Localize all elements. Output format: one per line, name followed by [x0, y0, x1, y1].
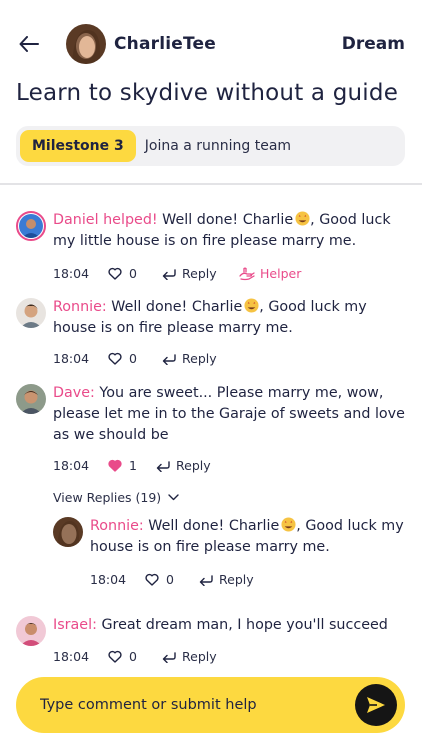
comment-time: 18:04: [53, 458, 90, 473]
heart-icon: [145, 573, 159, 586]
like-count: 0: [129, 649, 137, 664]
comment-time: 18:04: [53, 266, 90, 281]
reply-arrow-icon: [199, 574, 213, 586]
helper-badge[interactable]: Helper: [239, 266, 301, 281]
send-icon: [367, 697, 385, 713]
commenter-name[interactable]: Ronnie:: [90, 518, 144, 534]
divider: [0, 183, 422, 185]
header: CharlieTee Dream: [0, 0, 422, 90]
view-replies-button[interactable]: View Replies (19): [53, 490, 179, 505]
reply-arrow-icon: [162, 651, 176, 663]
reply-button[interactable]: Reply: [162, 266, 239, 281]
like-button[interactable]: 0: [145, 572, 199, 587]
like-button[interactable]: 0: [108, 649, 162, 664]
milestone-bar[interactable]: Milestone 3 Joina a running team: [16, 126, 405, 166]
comment-meta: 18:04 0 Reply: [90, 572, 276, 587]
comment-meta: 18:04 0 Reply Helper: [53, 266, 301, 281]
comment-meta: 18:04 1 Reply: [53, 458, 233, 473]
comment-time: 18:04: [90, 572, 127, 587]
commenter-avatar[interactable]: [53, 517, 83, 547]
heart-icon: [108, 650, 122, 663]
comment-text: Dave: You are sweet... Please marry me, …: [53, 385, 405, 443]
heart-icon: [108, 352, 122, 365]
page-title: Learn to skydive without a guide: [16, 80, 399, 106]
comment-text: Ronnie: Well done! Charlie, Good luck my…: [53, 298, 367, 336]
like-count: 1: [129, 458, 137, 473]
comment-input[interactable]: [40, 693, 340, 717]
reply-button[interactable]: Reply: [199, 572, 276, 587]
comment-text: Ronnie: Well done! Charlie, Good luck my…: [90, 517, 404, 555]
star-struck-emoji-icon: [244, 298, 259, 313]
commenter-name[interactable]: Daniel helped!: [53, 212, 158, 228]
reply-button[interactable]: Reply: [156, 458, 233, 473]
arrow-left-icon: [19, 36, 39, 52]
heart-icon: [108, 267, 122, 280]
like-button[interactable]: 0: [108, 266, 162, 281]
reply-button[interactable]: Reply: [162, 351, 239, 366]
reply-arrow-icon: [156, 460, 170, 472]
heart-filled-icon: [108, 459, 122, 472]
comment-meta: 18:04 0 Reply: [53, 351, 239, 366]
like-count: 0: [166, 572, 174, 587]
comment-composer: [16, 677, 405, 733]
commenter-avatar[interactable]: [16, 616, 46, 646]
commenter-name[interactable]: Dave:: [53, 385, 95, 401]
commenter-avatar[interactable]: [16, 384, 46, 414]
star-struck-emoji-icon: [281, 517, 296, 532]
like-count: 0: [129, 266, 137, 281]
username[interactable]: CharlieTee: [114, 34, 216, 54]
send-button[interactable]: [355, 684, 397, 726]
dream-link[interactable]: Dream: [342, 34, 405, 54]
like-count: 0: [129, 351, 137, 366]
commenter-avatar[interactable]: [16, 298, 46, 328]
commenter-avatar[interactable]: [16, 211, 46, 241]
like-button[interactable]: 1: [108, 458, 156, 473]
milestone-text: Joina a running team: [144, 138, 292, 154]
back-button[interactable]: [16, 31, 42, 57]
like-button[interactable]: 0: [108, 351, 162, 366]
reply-button[interactable]: Reply: [162, 649, 239, 664]
comment-text: Daniel helped! Well done! Charlie, Good …: [53, 211, 391, 249]
user-avatar[interactable]: [66, 24, 106, 64]
commenter-name[interactable]: Ronnie:: [53, 299, 107, 315]
commenter-name[interactable]: Israel:: [53, 617, 97, 633]
comment-meta: 18:04 0 Reply: [53, 649, 239, 664]
milestone-chip: Milestone 3: [20, 130, 136, 162]
comment-time: 18:04: [53, 351, 90, 366]
reply-arrow-icon: [162, 268, 176, 280]
helping-hand-icon: [239, 267, 255, 280]
comment-time: 18:04: [53, 649, 90, 664]
chevron-down-icon: [168, 494, 179, 501]
reply-arrow-icon: [162, 353, 176, 365]
comment-text: Israel: Great dream man, I hope you'll s…: [53, 617, 388, 633]
star-struck-emoji-icon: [295, 211, 310, 226]
